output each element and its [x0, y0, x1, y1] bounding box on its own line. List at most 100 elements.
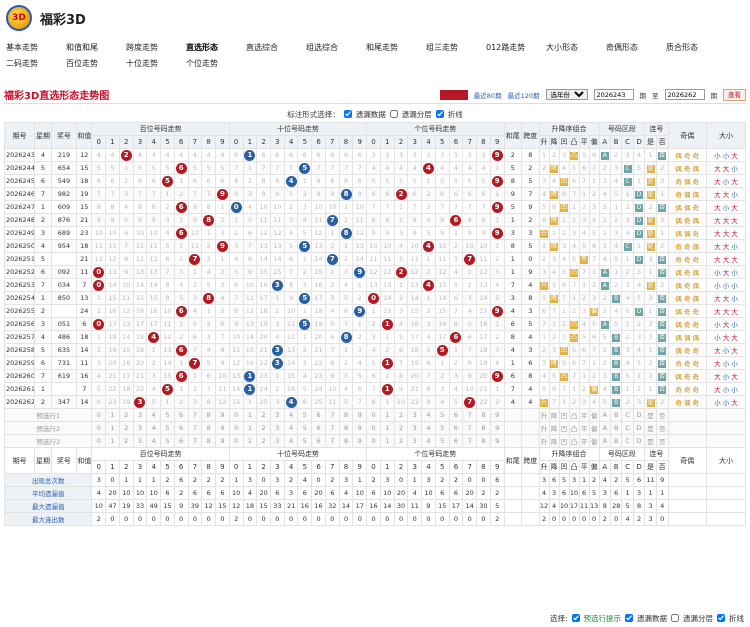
preselect-digit[interactable]: 0 [91, 408, 107, 422]
preselect-digit[interactable]: 4 [283, 408, 299, 422]
preselect-consecutive[interactable]: 是 [644, 434, 657, 448]
preselect-order[interactable]: 降 [548, 421, 560, 435]
preselect-digit[interactable]: 7 [324, 434, 340, 448]
year-select[interactable]: 选年份 [545, 89, 588, 100]
preselect-digit[interactable]: 7 [187, 408, 203, 422]
preselect-digit[interactable]: 9 [215, 408, 230, 422]
logo[interactable]: 3D [6, 5, 32, 31]
missing-data-checkbox[interactable] [343, 110, 352, 118]
preselect-digit[interactable]: 9 [489, 421, 505, 435]
preselect-digit[interactable]: 0 [366, 408, 381, 422]
preselect-consecutive[interactable]: 是 [644, 421, 657, 435]
preselect-digit[interactable]: 8 [201, 408, 216, 422]
polyline-checkbox[interactable] [435, 110, 444, 118]
preselect-digit[interactable]: 6 [311, 408, 326, 422]
preselect-digit[interactable]: 9 [215, 421, 230, 435]
preselect-digit[interactable]: 2 [118, 434, 134, 448]
preselect-digit[interactable]: 0 [366, 434, 381, 448]
preselect-digit[interactable]: 3 [407, 408, 423, 422]
query-button[interactable]: 查看 [723, 88, 746, 101]
nav-item[interactable]: 和尾走势 [366, 40, 426, 56]
preselect-digit[interactable]: 8 [476, 408, 491, 422]
nav-item[interactable]: 直选形态 [186, 40, 246, 56]
preselect-digit[interactable]: 8 [201, 421, 216, 435]
nav-item[interactable]: 组三走势 [426, 40, 486, 56]
nav-item[interactable]: 和值和尾 [66, 40, 126, 56]
preselect-order[interactable]: 升 [538, 434, 550, 448]
bottom-polyline-checkbox[interactable] [717, 614, 725, 622]
preselect-digit[interactable]: 3 [269, 421, 285, 435]
preselect-digit[interactable]: 1 [242, 421, 258, 435]
nav-item[interactable]: 基本走势 [6, 40, 66, 56]
preselect-zone[interactable]: C [621, 434, 634, 448]
nav-item[interactable]: 个位走势 [186, 56, 246, 72]
preselect-consecutive[interactable]: 否 [655, 421, 669, 435]
preselect-zone[interactable]: A [598, 408, 612, 422]
preselect-order[interactable]: 降 [548, 434, 560, 448]
preselect-digit[interactable]: 4 [146, 421, 162, 435]
preselect-consecutive[interactable]: 是 [644, 408, 657, 422]
preselect-digit[interactable]: 0 [91, 421, 107, 435]
preselect-order[interactable]: 凹 [558, 421, 570, 435]
preselect-order[interactable]: 平 [578, 408, 590, 422]
recent-120-link[interactable]: 最近120期 [508, 90, 540, 100]
preselect-digit[interactable]: 8 [476, 434, 491, 448]
preselect-consecutive[interactable]: 否 [655, 434, 669, 448]
preselect-zone[interactable]: D [632, 421, 646, 435]
preselect-digit[interactable]: 1 [105, 421, 120, 435]
preselect-order[interactable]: 降 [548, 408, 560, 422]
nav-item[interactable]: 跨度走势 [126, 40, 186, 56]
preselect-digit[interactable]: 8 [338, 434, 354, 448]
preselect-digit[interactable]: 0 [91, 434, 107, 448]
preselect-digit[interactable]: 6 [173, 408, 189, 422]
preselect-zone[interactable]: C [621, 408, 634, 422]
preselect-digit[interactable]: 3 [132, 434, 148, 448]
preselect-digit[interactable]: 7 [324, 421, 340, 435]
preselect-digit[interactable]: 2 [393, 421, 409, 435]
preselect-digit[interactable]: 1 [242, 408, 258, 422]
preselect-zone[interactable]: B [609, 421, 623, 435]
preselect-digit[interactable]: 2 [256, 434, 271, 448]
preselect-digit[interactable]: 3 [269, 408, 285, 422]
preselect-order[interactable]: 凹 [558, 408, 570, 422]
preselect-digit[interactable]: 1 [379, 434, 395, 448]
preselect-digit[interactable]: 5 [434, 408, 450, 422]
preselect-zone[interactable]: A [598, 434, 612, 448]
preselect-digit[interactable]: 5 [297, 421, 313, 435]
preselect-digit[interactable]: 6 [448, 434, 464, 448]
preselect-digit[interactable]: 1 [379, 421, 395, 435]
nav-item[interactable]: 二码走势 [6, 56, 66, 72]
nav-item[interactable]: 奇偶形态 [606, 40, 666, 56]
bottom-missing-layer-checkbox[interactable] [671, 614, 679, 622]
preselect-digit[interactable]: 4 [421, 434, 436, 448]
preselect-digit[interactable]: 5 [160, 434, 175, 448]
preselect-digit[interactable]: 2 [118, 421, 134, 435]
preselect-digit[interactable]: 5 [297, 408, 313, 422]
preselect-order[interactable]: 凸 [568, 434, 580, 448]
preselect-digit[interactable]: 9 [489, 434, 505, 448]
nav-item[interactable]: 大小形态 [546, 40, 606, 56]
preselect-order[interactable]: 凸 [568, 421, 580, 435]
preselect-digit[interactable]: 9 [352, 421, 368, 435]
preselect-digit[interactable]: 8 [338, 408, 354, 422]
preselect-digit[interactable]: 5 [434, 421, 450, 435]
preselect-order[interactable]: 偏 [588, 434, 600, 448]
preselect-hint-checkbox[interactable] [571, 614, 580, 622]
preselect-digit[interactable]: 7 [187, 434, 203, 448]
preselect-digit[interactable]: 9 [352, 434, 368, 448]
preselect-zone[interactable]: B [609, 408, 623, 422]
recent-80-link[interactable]: 最近80期 [474, 90, 502, 100]
preselect-digit[interactable]: 5 [434, 434, 450, 448]
preselect-digit[interactable]: 3 [407, 434, 423, 448]
preselect-digit[interactable]: 5 [160, 408, 175, 422]
preselect-digit[interactable]: 0 [228, 434, 244, 448]
preselect-zone[interactable]: B [609, 434, 623, 448]
preselect-digit[interactable]: 6 [448, 421, 464, 435]
preselect-digit[interactable]: 6 [448, 408, 464, 422]
preselect-digit[interactable]: 0 [366, 421, 381, 435]
preselect-digit[interactable]: 2 [118, 408, 134, 422]
nav-item[interactable]: 质合形态 [666, 40, 726, 56]
preselect-digit[interactable]: 2 [256, 421, 271, 435]
from-period-input[interactable] [593, 89, 634, 100]
preselect-zone[interactable]: C [621, 421, 634, 435]
